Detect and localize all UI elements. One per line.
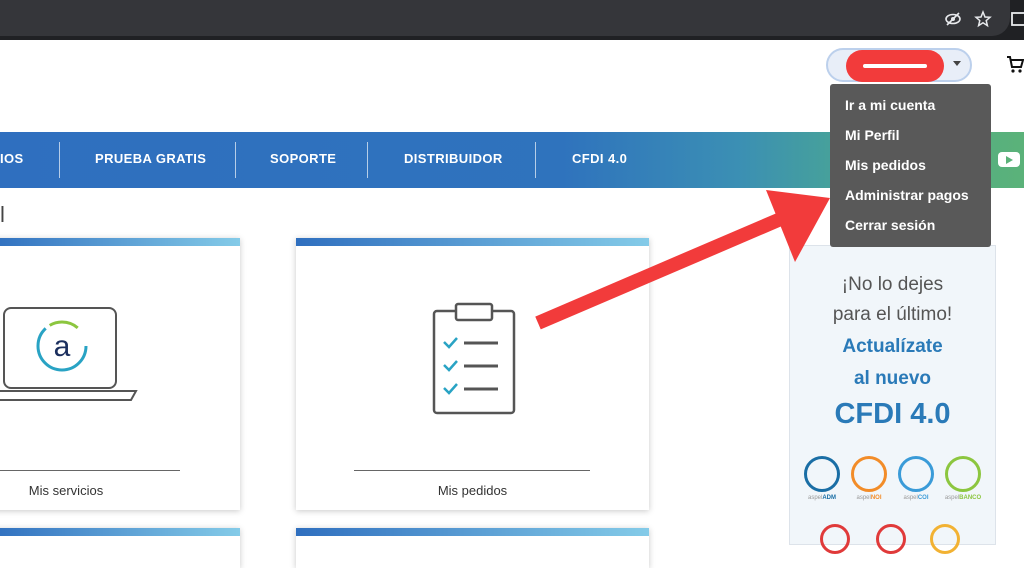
app-label: aspelCOI [903,495,929,501]
app-adm[interactable]: aspelADM [802,456,842,501]
cart-icon[interactable] [1006,54,1024,74]
card-partial[interactable] [296,528,649,568]
app-label: aspelBANCO [944,495,982,501]
app-banco[interactable]: aspelBANCO [943,456,983,501]
nav-item-ios[interactable]: IOS [0,151,24,166]
money-icon [945,456,981,492]
laptop-logo-icon: a [0,307,138,401]
promo-line: al nuevo [853,368,932,389]
aspel-apps: aspelADM aspelNOI aspelCOI aspelBANCO [802,456,985,506]
menu-item-administrar-pagos[interactable]: Administrar pagos [845,187,969,203]
cfdi-promo-banner[interactable]: ¡No lo dejes para el último! Actualízate… [789,245,996,554]
browser-toolbar [0,0,1024,40]
card-accent-bar [296,238,649,246]
user-dropdown-menu: Ir a mi cuenta Mi Perfil Mis pedidos Adm… [830,84,991,247]
star-icon[interactable] [974,10,992,28]
app-coi[interactable]: aspelCOI [896,456,936,501]
menu-item-mi-perfil[interactable]: Mi Perfil [845,127,899,143]
card-partial[interactable] [0,528,240,568]
app-icon-partial [820,524,850,554]
nav-item-distribuidor[interactable]: DISTRIBUIDOR [404,151,503,166]
app-label: aspelADM [807,495,836,501]
promo-headline: CFDI 4.0 [834,398,951,430]
nav-item-soporte[interactable]: SOPORTE [270,151,336,166]
card-mis-pedidos[interactable]: Mis pedidos [296,238,649,510]
app-icon-partial [930,524,960,554]
chevron-down-icon[interactable] [953,61,961,66]
nav-separator [235,142,236,178]
nav-separator [535,142,536,178]
card-divider [354,470,590,471]
card-label: Mis servicios [28,483,104,498]
people-icon [851,456,887,492]
promo-line: ¡No lo dejes [841,274,944,295]
nav-item-prueba-gratis[interactable]: PRUEBA GRATIS [95,151,206,166]
promo-line: Actualízate [842,336,943,357]
card-accent-bar [0,528,240,536]
svg-text:a: a [54,330,71,363]
menu-item-ir-a-mi-cuenta[interactable]: Ir a mi cuenta [845,97,935,113]
eye-off-icon[interactable] [944,10,962,28]
nav-separator [367,142,368,178]
clipboard-checklist-icon [432,302,516,415]
page-title: l [0,202,5,227]
app-icon-partial [876,524,906,554]
window-icon[interactable] [1010,10,1024,28]
menu-item-cerrar-sesion[interactable]: Cerrar sesión [845,217,935,233]
redacted-username[interactable] [846,50,944,82]
youtube-icon[interactable] [998,152,1020,167]
card-divider [0,470,180,471]
menu-item-mis-pedidos[interactable]: Mis pedidos [845,157,926,173]
card-accent-bar [296,528,649,536]
card-label: Mis pedidos [437,483,508,498]
card-mis-servicios[interactable]: a Mis servicios [0,238,240,510]
nav-separator [59,142,60,178]
briefcase-icon [804,456,840,492]
nav-item-cfdi[interactable]: CFDI 4.0 [572,151,627,166]
address-bar[interactable] [0,0,1010,36]
calculator-icon [898,456,934,492]
app-label: aspelNOI [856,495,882,501]
app-noi[interactable]: aspelNOI [849,456,889,501]
promo-line: para el último! [832,304,953,325]
card-accent-bar [0,238,240,246]
